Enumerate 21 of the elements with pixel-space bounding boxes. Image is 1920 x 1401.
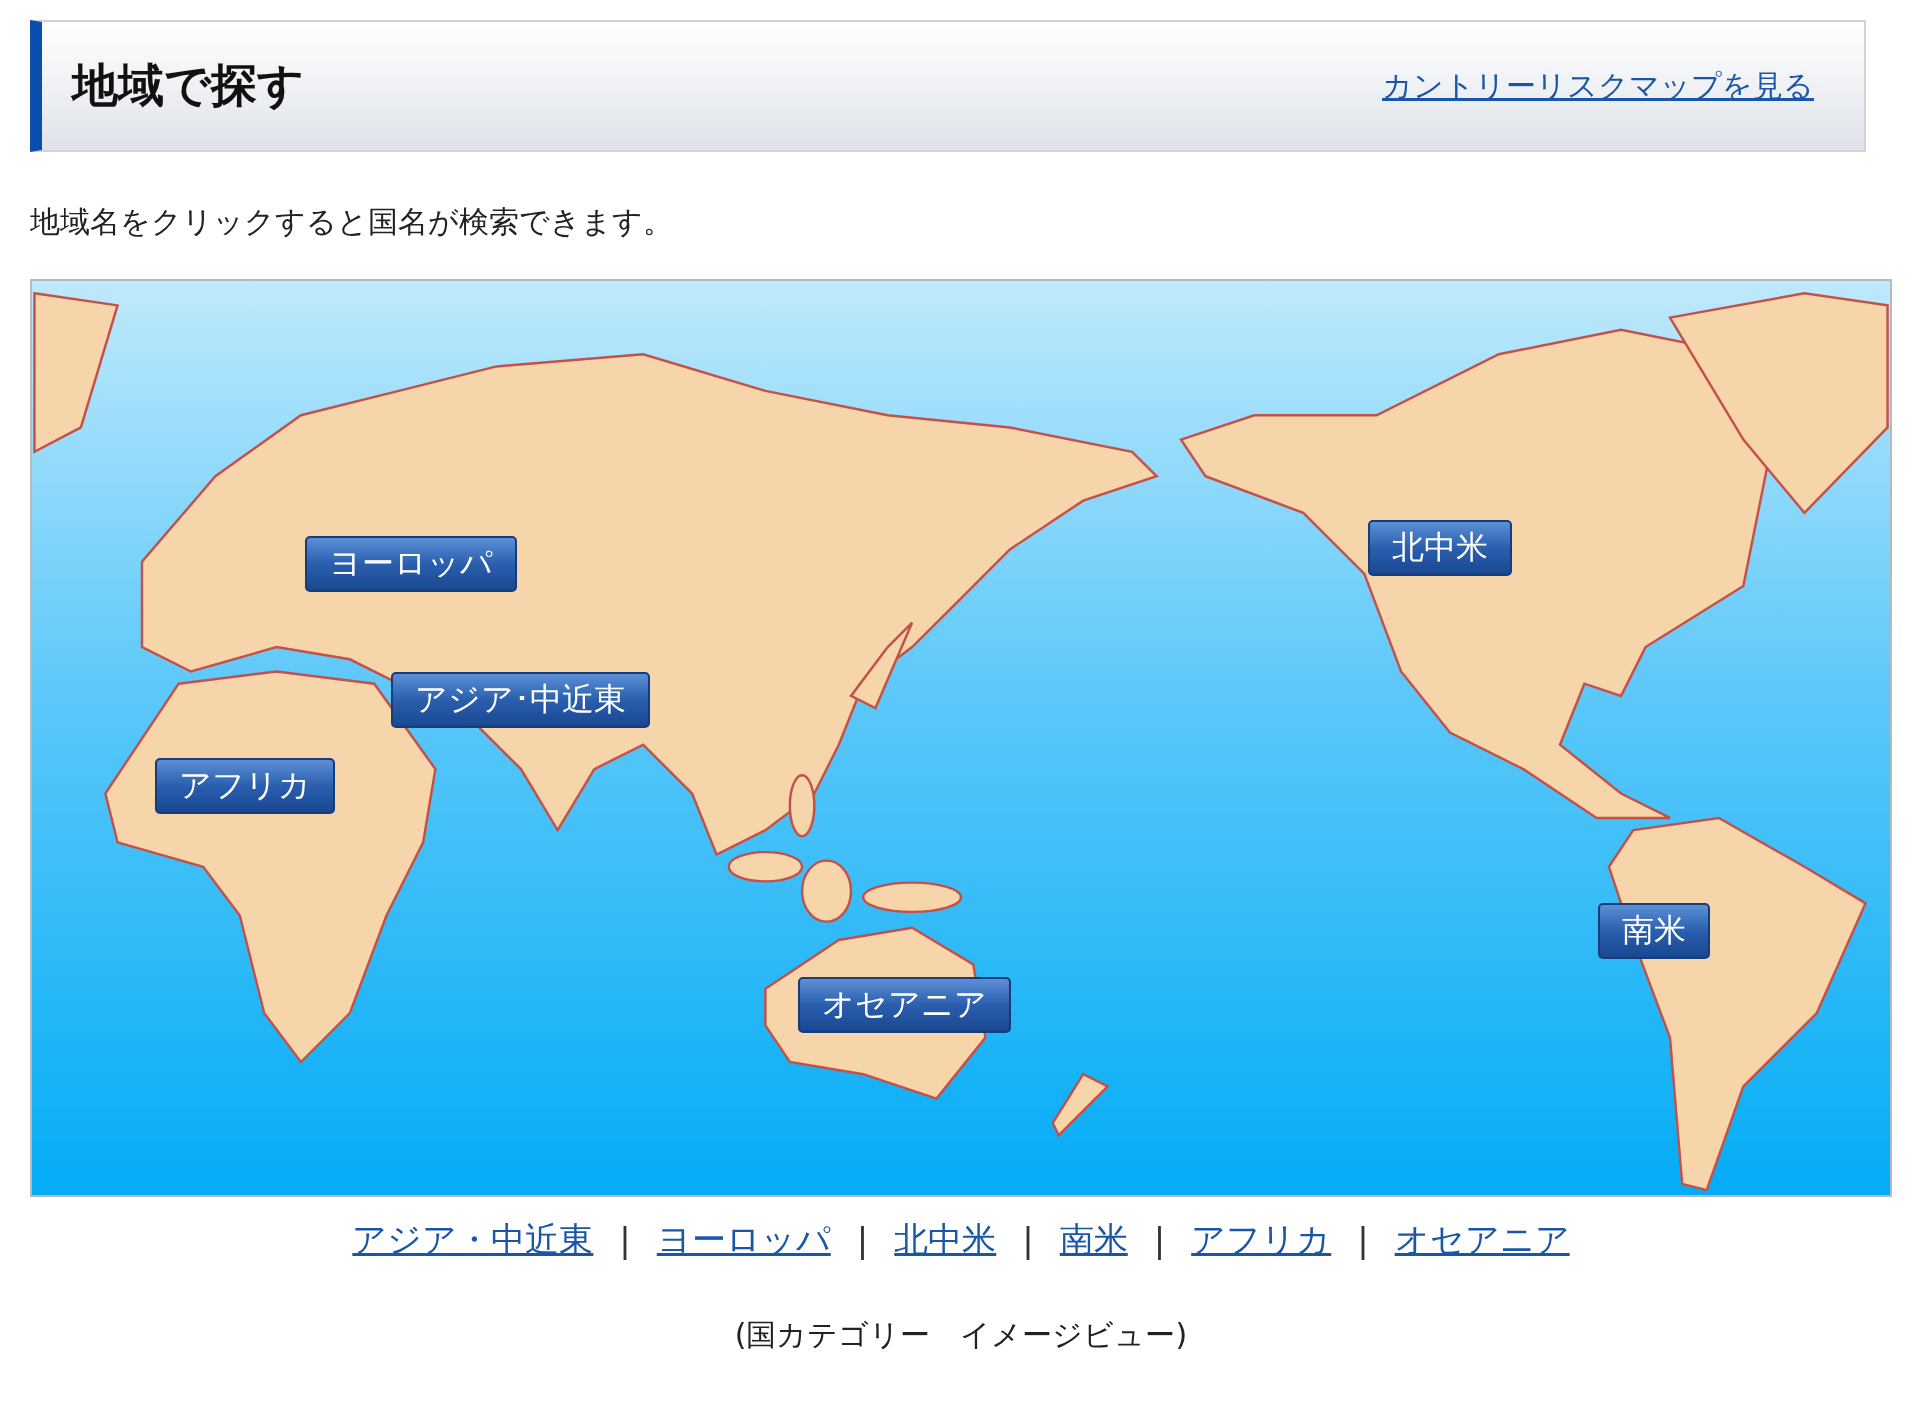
region-button[interactable]: 南米 <box>1598 902 1711 959</box>
section-title: 地域で探す <box>72 57 304 114</box>
region-link[interactable]: アフリカ <box>1191 1217 1332 1263</box>
region-link[interactable]: 北中米 <box>894 1217 997 1263</box>
link-separator: | <box>1357 1220 1369 1260</box>
risk-map-link[interactable]: カントリーリスクマップを見る <box>1382 65 1814 107</box>
region-link[interactable]: 南米 <box>1059 1217 1128 1263</box>
link-separator: | <box>1153 1220 1166 1260</box>
region-link[interactable]: オセアニア <box>1394 1217 1570 1263</box>
link-separator: | <box>856 1220 869 1260</box>
region-button[interactable]: 北中米 <box>1367 519 1512 576</box>
region-button[interactable]: アフリカ <box>154 758 335 815</box>
region-button[interactable]: アジア･中近東 <box>390 672 650 729</box>
region-button[interactable]: オセアニア <box>798 977 1012 1034</box>
link-separator: | <box>619 1220 631 1260</box>
image-caption: (国カテゴリー イメージビュー) <box>733 1316 1189 1354</box>
instruction-text: 地域名をクリックすると国名が検索できます。 <box>30 203 674 241</box>
link-separator: | <box>1022 1220 1034 1260</box>
region-button[interactable]: ヨーロッパ <box>305 536 518 592</box>
region-link[interactable]: アジア・中近東 <box>352 1217 594 1263</box>
region-link[interactable]: ヨーロッパ <box>656 1217 831 1263</box>
